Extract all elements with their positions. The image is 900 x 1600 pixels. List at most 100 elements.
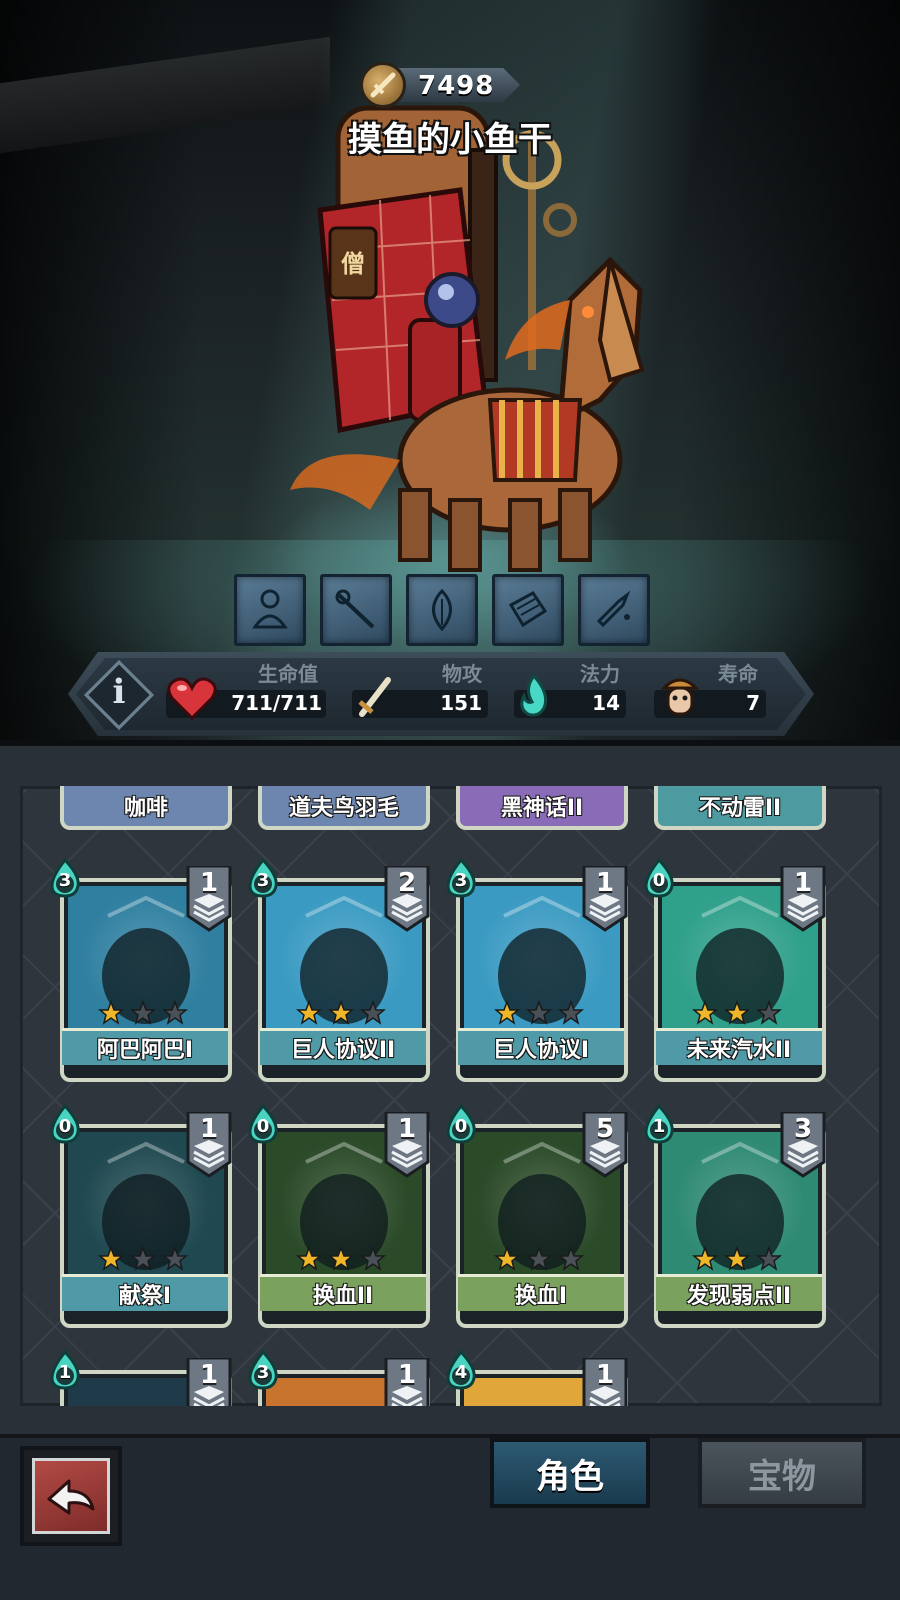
skill-row: [234, 574, 654, 648]
bullet-icon[interactable]: [578, 574, 650, 646]
card-count-badge: 5: [582, 1110, 628, 1178]
skill-card[interactable]: 阿巴阿巴I 3 1: [50, 857, 232, 1082]
card-name-bar: 咖啡: [60, 786, 232, 830]
card-count-value: 1: [595, 1360, 615, 1390]
star-empty-icon: [130, 1246, 156, 1271]
star-filled-icon: [98, 1000, 124, 1025]
mana-cost-badge: 0: [246, 1103, 280, 1144]
card-grid[interactable]: 咖啡 道夫鸟羽毛 黑神话II 不动雷II 阿巴阿巴I 3 1 巨人协议II 3 2 巨人协议…: [20, 786, 882, 1406]
card-top-2[interactable]: 黑神话II: [450, 786, 628, 842]
skill-card[interactable]: 换血I 0 5: [446, 1103, 628, 1328]
card-count-value: 1: [595, 868, 615, 898]
staff-icon[interactable]: [320, 574, 392, 646]
mana-cost-value: 3: [454, 870, 468, 891]
card-star-rating: [98, 1246, 198, 1272]
card-star-rating: [98, 1000, 198, 1026]
meditating-monk-icon[interactable]: [234, 574, 306, 646]
card-name: 阿巴阿巴I: [96, 1038, 194, 1063]
card-count-badge: 1: [186, 1110, 232, 1178]
star-empty-icon: [360, 1246, 386, 1271]
mana-cost-value: 0: [256, 1116, 270, 1137]
card-count-badge: 1: [582, 1356, 628, 1406]
skill-card[interactable]: 巨人协议I 3 1: [446, 857, 628, 1082]
sword-medal-icon: [360, 62, 406, 108]
mana-cost-badge: 3: [246, 1349, 280, 1390]
skill-card-partial[interactable]: 41: [446, 1349, 628, 1406]
card-star-rating: [296, 1000, 396, 1026]
skill-card[interactable]: 换血II 0 1: [248, 1103, 430, 1328]
tab-character[interactable]: 角色: [490, 1438, 650, 1508]
card-count-badge: 1: [186, 1356, 232, 1406]
card-name-bar: 换血I: [458, 1274, 624, 1311]
card-name: 咖啡: [123, 796, 168, 821]
card-star-rating: [494, 1246, 594, 1272]
mana-cost-value: 0: [652, 870, 666, 891]
card-name: 换血I: [514, 1284, 568, 1309]
card-name-bar: 未来汽水II: [656, 1028, 822, 1065]
mana-cost-value: 4: [454, 1362, 468, 1383]
star-filled-icon: [724, 1000, 750, 1025]
scroll-icon[interactable]: [492, 574, 564, 646]
skill-card[interactable]: 巨人协议II 3 2: [248, 857, 430, 1082]
card-count-badge: 3: [780, 1110, 826, 1178]
leaf-flame-icon[interactable]: [406, 574, 478, 646]
mana-cost-value: 3: [256, 870, 270, 891]
info-icon[interactable]: i: [106, 672, 132, 716]
skill-card[interactable]: 献祭I 0 1: [50, 1103, 232, 1328]
attack-value: 151: [440, 691, 482, 715]
back-button[interactable]: [20, 1446, 122, 1546]
card-name-bar: 巨人协议I: [458, 1028, 624, 1065]
star-empty-icon: [162, 1000, 188, 1025]
card-count-value: 3: [793, 1114, 813, 1144]
hp-value: 711/711: [231, 691, 322, 715]
card-name: 巨人协议II: [290, 1038, 396, 1063]
card-name-bar: 巨人协议II: [260, 1028, 426, 1065]
card-top-1[interactable]: 道夫鸟羽毛: [252, 786, 430, 842]
character-on-horse-illustration[interactable]: 僧: [270, 100, 670, 580]
stats-bar: i 生命值 711/711 物攻 151 法力 14 寿命 7: [68, 652, 814, 736]
star-filled-icon: [296, 1000, 322, 1025]
attack-label: 物攻: [442, 662, 482, 686]
lifespan-label: 寿命: [718, 662, 758, 686]
star-empty-icon: [756, 1246, 782, 1271]
star-filled-icon: [296, 1246, 322, 1271]
mana-cost-badge: 1: [48, 1349, 82, 1390]
skill-card-partial[interactable]: 31: [248, 1349, 430, 1406]
card-count-value: 1: [397, 1360, 417, 1390]
card-star-rating: [494, 1000, 594, 1026]
card-top-3[interactable]: 不动雷II: [648, 786, 826, 842]
mana-cost-value: 3: [256, 1362, 270, 1383]
tab-treasure[interactable]: 宝物: [698, 1438, 866, 1508]
card-name-bar: 不动雷II: [654, 786, 826, 830]
card-name-bar: 换血II: [260, 1274, 426, 1311]
back-button-face[interactable]: [32, 1458, 110, 1534]
card-name: 未来汽水II: [686, 1038, 792, 1063]
svg-text:僧: 僧: [341, 250, 365, 278]
card-name-bar: 发现弱点II: [656, 1274, 822, 1311]
card-count-value: 5: [595, 1114, 615, 1144]
star-empty-icon: [130, 1000, 156, 1025]
card-inventory-panel: 咖啡 道夫鸟羽毛 黑神话II 不动雷II 阿巴阿巴I 3 1 巨人协议II 3 2 巨人协议…: [0, 746, 900, 1434]
character-scene: 僧 7498 摸鱼的小鱼干 i 生命值 711/711 物攻 151 法力 14…: [0, 0, 900, 756]
card-count-value: 1: [397, 1114, 417, 1144]
star-empty-icon: [162, 1246, 188, 1271]
star-empty-icon: [360, 1000, 386, 1025]
mana-cost-value: 3: [58, 870, 72, 891]
star-empty-icon: [526, 1000, 552, 1025]
card-count-value: 1: [793, 868, 813, 898]
skill-card[interactable]: 未来汽水II 0 1: [644, 857, 826, 1082]
card-count-value: 1: [199, 1360, 219, 1390]
player-name: 摸鱼的小鱼干: [348, 120, 552, 160]
mana-cost-badge: 4: [444, 1349, 478, 1390]
skill-card-partial[interactable]: 11: [50, 1349, 232, 1406]
card-count-badge: 1: [384, 1110, 430, 1178]
card-count-badge: 1: [186, 864, 232, 932]
bottom-nav-bar: 角色 宝物: [0, 1434, 900, 1600]
card-top-0[interactable]: 咖啡: [54, 786, 232, 842]
skill-card[interactable]: 发现弱点II 1 3: [644, 1103, 826, 1328]
return-arrow-icon[interactable]: [35, 1461, 107, 1531]
mana-cost-badge: 3: [48, 857, 82, 898]
card-count-badge: 2: [384, 864, 430, 932]
card-count-badge: 1: [780, 864, 826, 932]
card-name: 巨人协议I: [492, 1038, 590, 1063]
